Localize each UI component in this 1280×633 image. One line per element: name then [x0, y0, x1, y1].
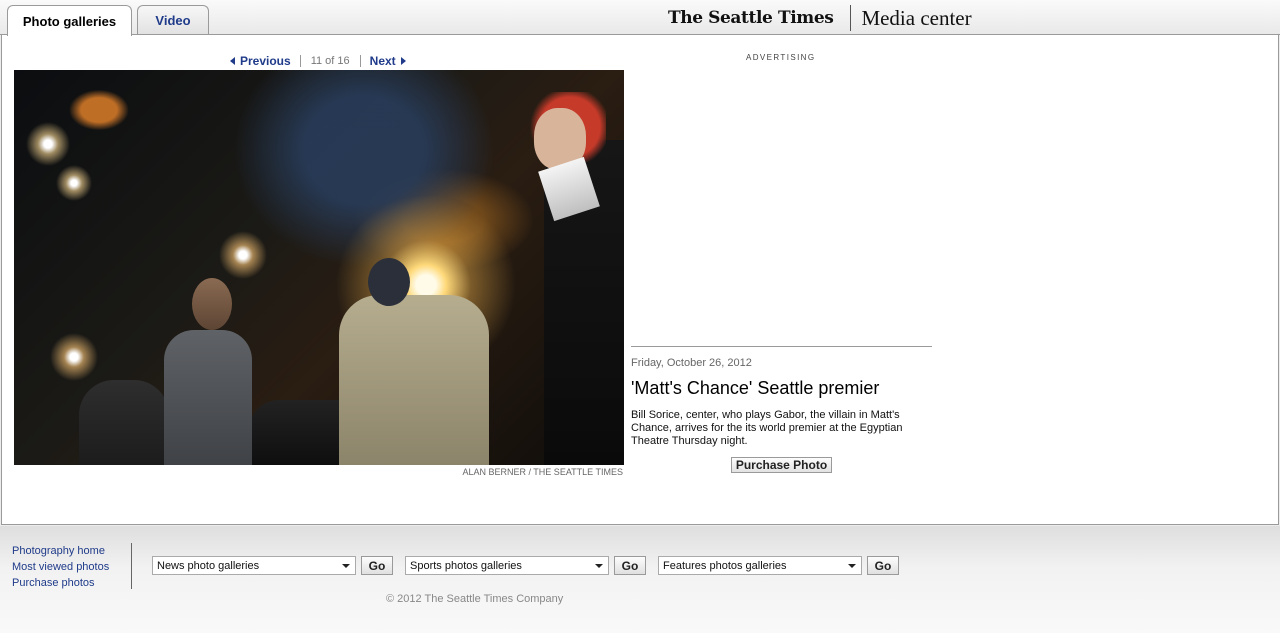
features-galleries-select[interactable]: Features photos galleries — [658, 556, 862, 575]
previous-label: Previous — [240, 53, 291, 68]
photography-home-link[interactable]: Photography home — [12, 543, 131, 559]
sports-galleries-select[interactable]: Sports photos galleries — [405, 556, 609, 575]
advertising-label: ADVERTISING — [746, 53, 816, 62]
chevron-down-icon — [848, 564, 856, 568]
brand: The Seattle Times Media center — [668, 4, 972, 32]
next-link[interactable]: Next — [370, 54, 406, 68]
photo-count: 11 of 16 — [299, 54, 361, 67]
photo-pager: Previous 11 of 16 Next — [230, 53, 406, 68]
footer: Photography home Most viewed photos Purc… — [0, 526, 1280, 633]
most-viewed-photos-link[interactable]: Most viewed photos — [12, 559, 131, 575]
sports-galleries-value: Sports photos galleries — [410, 559, 522, 572]
purchase-photos-link[interactable]: Purchase photos — [12, 575, 131, 591]
news-gallery-picker: News photo galleries Go — [152, 556, 393, 575]
news-galleries-value: News photo galleries — [157, 559, 260, 572]
chevron-down-icon — [595, 564, 603, 568]
header-bar: Photo galleries Video The Seattle Times … — [0, 0, 1280, 36]
arrow-right-icon — [400, 56, 406, 65]
gallery-photo[interactable] — [14, 70, 624, 465]
page-title: Media center — [861, 5, 972, 30]
features-go-button[interactable]: Go — [867, 556, 899, 575]
purchase-photo-button[interactable]: Purchase Photo — [731, 457, 832, 473]
caption-title: 'Matt's Chance' Seattle premier — [631, 378, 880, 398]
footer-links: Photography home Most viewed photos Purc… — [12, 543, 132, 589]
news-galleries-select[interactable]: News photo galleries — [152, 556, 356, 575]
photo-figure — [79, 380, 169, 465]
features-galleries-value: Features photos galleries — [663, 559, 787, 572]
seattle-times-logo[interactable]: The Seattle Times — [668, 5, 852, 31]
arrow-left-icon — [230, 56, 235, 65]
photo-caption: Friday, October 26, 2012 'Matt's Chance'… — [631, 346, 932, 473]
sports-go-button[interactable]: Go — [614, 556, 646, 575]
previous-link[interactable]: Previous — [230, 54, 291, 68]
photo-figure — [192, 278, 232, 330]
main-panel: Previous 11 of 16 Next ALAN BERNER / THE… — [1, 35, 1279, 525]
features-gallery-picker: Features photos galleries Go — [658, 556, 899, 575]
tab-photo-galleries[interactable]: Photo galleries — [7, 5, 132, 36]
copyright-text: © 2012 The Seattle Times Company — [386, 593, 564, 605]
caption-text: Bill Sorice, center, who plays Gabor, th… — [631, 409, 903, 447]
tab-video[interactable]: Video — [137, 5, 209, 34]
caption-date: Friday, October 26, 2012 — [631, 357, 752, 369]
photo-figure — [368, 258, 410, 306]
photo-figure — [339, 295, 489, 465]
sports-gallery-picker: Sports photos galleries Go — [405, 556, 646, 575]
chevron-down-icon — [342, 564, 350, 568]
photo-figure — [164, 330, 252, 465]
news-go-button[interactable]: Go — [361, 556, 393, 575]
next-label: Next — [369, 53, 396, 68]
photo-credit: ALAN BERNER / THE SEATTLE TIMES — [462, 467, 623, 477]
